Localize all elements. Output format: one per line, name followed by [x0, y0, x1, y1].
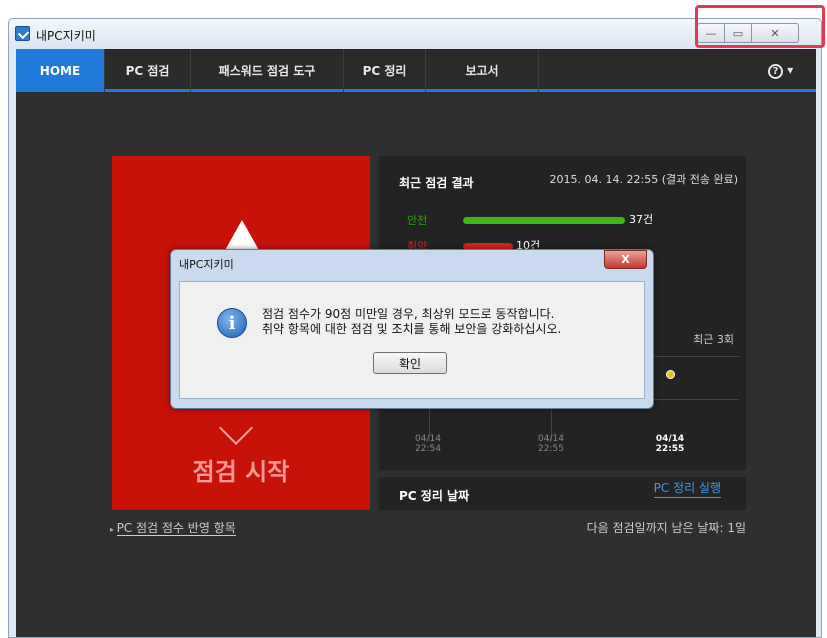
x-tick-1: 04/14 22:54	[415, 434, 441, 454]
top-nav: HOME PC 점검 패스워드 점검 도구 PC 정리 보고서 ? ▾	[16, 49, 816, 92]
dialog-close-button[interactable]: X	[604, 250, 647, 269]
chart-point	[666, 370, 675, 379]
info-icon: i	[217, 308, 247, 338]
tab-report[interactable]: 보고서	[426, 49, 539, 92]
safe-label: 안전	[407, 214, 428, 227]
dialog-title: 내PC지키미	[179, 258, 234, 271]
app-icon	[15, 26, 30, 41]
remaining-days: 다음 점검일까지 남은 날짜: 1일	[586, 521, 746, 535]
safe-count: 37건	[629, 213, 654, 226]
chevron-down-icon	[219, 411, 253, 445]
tab-password-check[interactable]: 패스워드 점검 도구	[191, 49, 344, 92]
help-menu[interactable]: ? ▾	[768, 63, 793, 79]
bullet-icon: ▸	[110, 525, 117, 534]
info-dialog: 내PC지키미 X i 점검 점수가 90점 미만일 경우, 최상위 모드로 동작…	[170, 249, 654, 409]
window-title: 내PC지키미	[36, 29, 96, 43]
pc-clean-run-link[interactable]: PC 정리 실행	[653, 479, 721, 498]
start-check-label: 점검 시작	[192, 458, 290, 486]
x-tick-2: 04/14 22:55	[538, 434, 564, 454]
tab-pc-check[interactable]: PC 점검	[105, 49, 191, 92]
score-items-link[interactable]: ▸ PC 점검 점수 반영 항목	[110, 519, 236, 536]
warning-icon	[224, 220, 260, 252]
recent-result-title: 최근 점검 결과	[399, 176, 474, 190]
chart-range-label: 최근 3회	[693, 333, 734, 346]
dialog-message: 점검 점수가 90점 미만일 경우, 최상위 모드로 동작합니다. 취약 항목에…	[262, 307, 562, 336]
safe-bar	[463, 217, 625, 224]
pc-clean-date-title: PC 정리 날짜	[399, 489, 470, 503]
x-tick-3: 04/14 22:55	[655, 434, 685, 454]
ok-button[interactable]: 확인	[373, 352, 447, 374]
tab-home[interactable]: HOME	[16, 49, 105, 92]
recent-result-datetime: 2015. 04. 14. 22:55 (결과 전송 완료)	[549, 173, 738, 186]
tab-pc-clean[interactable]: PC 정리	[344, 49, 426, 92]
pc-clean-panel: PC 정리 날짜 PC 정리 실행	[379, 477, 746, 510]
window-controls-highlight	[695, 5, 825, 48]
help-icon: ?	[768, 64, 783, 79]
dialog-body: i 점검 점수가 90점 미만일 경우, 최상위 모드로 동작합니다. 취약 항…	[179, 281, 645, 399]
help-dropdown-icon: ▾	[787, 63, 794, 77]
